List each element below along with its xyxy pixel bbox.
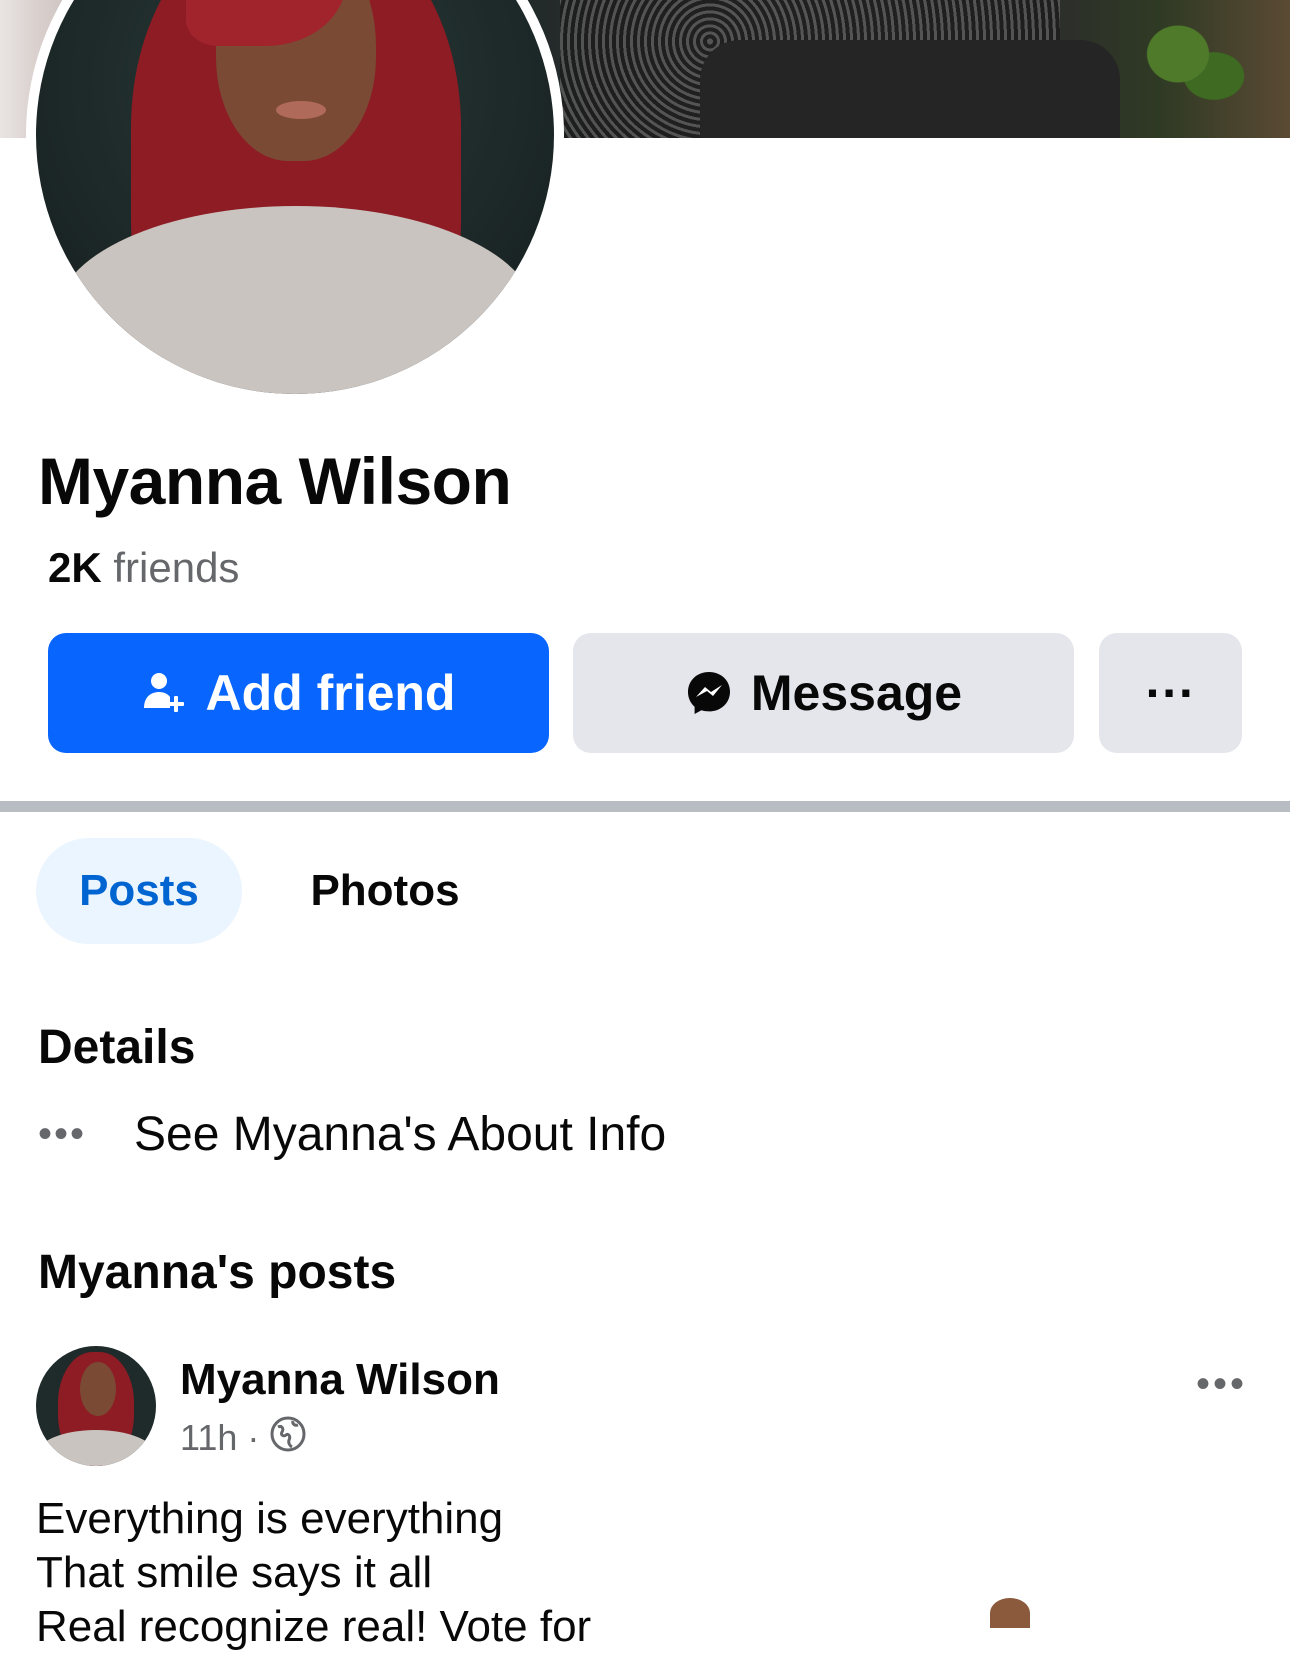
post-author-name[interactable]: Myanna Wilson [180,1358,500,1402]
post-line: That smile says it all [36,1548,433,1597]
add-friend-label: Add friend [205,665,456,721]
friends-count[interactable]: 2K friends [48,547,239,589]
friends-count-label: friends [113,544,240,591]
profile-picture-sweater [56,206,536,394]
section-divider [0,801,1290,812]
post-body: Everything is everything That smile says… [36,1492,591,1654]
posts-heading: Myanna's posts [38,1246,397,1299]
messenger-icon [685,669,733,717]
more-options-button[interactable]: ··· [1099,633,1242,753]
add-person-icon [142,670,188,716]
message-button[interactable]: Message [573,633,1074,753]
profile-picture-lips [276,101,326,119]
friends-count-number: 2K [48,544,102,591]
post-meta: 11h · [180,1416,307,1460]
tab-posts[interactable]: Posts [36,838,242,944]
profile-picture[interactable] [36,0,554,394]
emoji-icon [990,1598,1030,1628]
post-avatar-face [80,1362,116,1416]
post-line: Everything is everything [36,1494,504,1543]
details-heading: Details [38,1021,196,1074]
post-author-avatar[interactable] [36,1346,156,1466]
add-friend-button[interactable]: Add friend [48,633,549,753]
tab-photos[interactable]: Photos [280,838,490,944]
post-avatar-sweater [36,1430,156,1466]
cover-photo-shirt [700,40,1120,138]
post-meta-separator: · [247,1417,260,1458]
about-info-label: See Myanna's About Info [134,1107,667,1161]
more-dots-icon: ··· [1145,665,1196,721]
post-options-button[interactable]: ••• [1196,1364,1247,1404]
profile-name: Myanna Wilson [38,444,512,518]
post-line: Real recognize real! Vote for [36,1602,592,1651]
more-dots-icon: ••• [38,1111,87,1156]
message-label: Message [750,665,963,721]
post-timestamp[interactable]: 11h [180,1417,237,1459]
about-info-link[interactable]: ••• See Myanna's About Info [38,1102,666,1166]
cover-photo-plant [1130,10,1250,120]
globe-icon [269,1415,307,1462]
